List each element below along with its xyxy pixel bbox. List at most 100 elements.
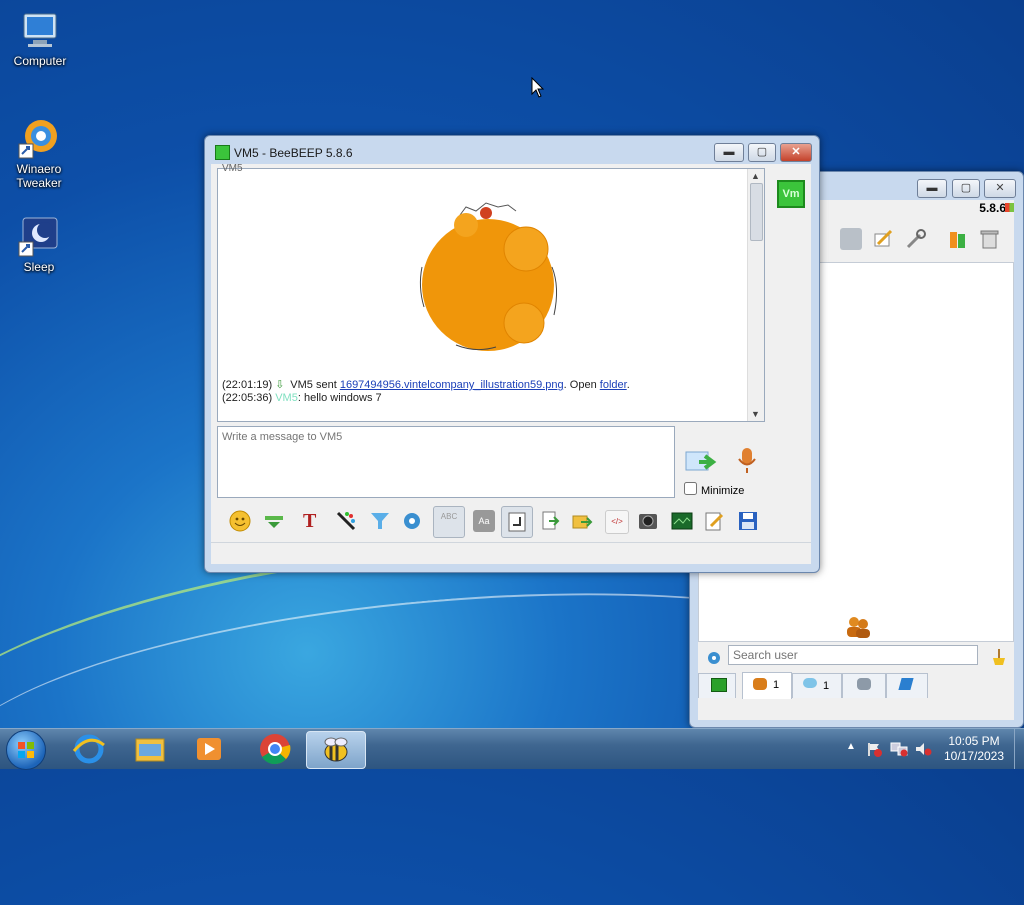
desktop-icon-label: Winaero — [16, 162, 62, 176]
clock[interactable]: 10:05 PM 10/17/2023 — [938, 734, 1010, 764]
chat-icon — [803, 678, 817, 688]
tab-groups[interactable] — [842, 673, 886, 698]
microphone-icon[interactable] — [736, 446, 758, 479]
start-button[interactable] — [6, 730, 46, 770]
minimize-checkbox[interactable] — [684, 482, 697, 495]
mouse-cursor-icon — [531, 77, 545, 98]
clock-time: 10:05 PM — [948, 734, 1000, 748]
enter-key-icon[interactable] — [501, 506, 533, 538]
user-avatar[interactable]: Vm — [777, 180, 805, 208]
chat-message: (22:05:36) VM5: hello windows 7 — [222, 392, 382, 404]
screen-capture-icon[interactable] — [671, 510, 693, 532]
scroll-down-arrow-icon[interactable]: ▼ — [751, 409, 760, 419]
file-transfer-icon: ⇩ — [275, 379, 285, 391]
status-icon[interactable] — [840, 228, 862, 250]
tab-share[interactable] — [886, 673, 928, 698]
spellcheck-icon[interactable]: ABC — [433, 506, 465, 538]
show-desktop-button[interactable] — [1014, 729, 1024, 769]
settings-gear-icon[interactable] — [401, 510, 423, 532]
taskbar-chrome[interactable] — [246, 731, 304, 767]
sleep-icon — [17, 214, 61, 258]
desktop-icon-sleep[interactable]: Sleep — [1, 214, 77, 274]
chat-top-cut-text: VM5 — [222, 163, 243, 171]
maximize-button[interactable]: ▢ — [952, 179, 980, 198]
chat-image-preview[interactable] — [416, 197, 564, 353]
send-folder-icon[interactable] — [571, 510, 593, 532]
view-tabs: 1 1 — [698, 672, 1014, 699]
filter-icon[interactable] — [706, 650, 722, 666]
taskbar-beebeep[interactable] — [306, 731, 366, 769]
tab-chats-count: 1 — [823, 680, 830, 692]
font-icon[interactable]: T — [303, 510, 325, 532]
desktop-icon-label: Tweaker — [16, 176, 62, 190]
emoticon-icon[interactable] — [229, 510, 251, 532]
computer-icon — [18, 8, 62, 52]
save-chat-icon[interactable] — [737, 510, 759, 532]
users-group-icon — [843, 615, 873, 642]
message-sender: VM5 — [275, 392, 298, 404]
trash-icon[interactable] — [978, 228, 1000, 250]
tab-users[interactable]: 1 — [742, 672, 792, 699]
screenshot-icon[interactable] — [637, 510, 659, 532]
code-icon[interactable]: </> — [605, 510, 629, 534]
message-sender: VM5 — [290, 379, 313, 391]
format-toolbar: T ABC Aa </> — [217, 504, 805, 540]
edit-note-icon[interactable] — [703, 510, 725, 532]
desktop-icon-computer[interactable]: Computer — [2, 8, 78, 68]
close-button[interactable]: ✕ — [780, 143, 812, 162]
scroll-up-arrow-icon[interactable]: ▲ — [751, 171, 760, 181]
message-text: : hello windows 7 — [297, 392, 382, 404]
expand-icon[interactable] — [263, 510, 285, 532]
tab-users-count: 1 — [773, 679, 780, 691]
users-icon — [753, 678, 767, 690]
chat-window[interactable]: VM5 - BeeBEEP 5.8.6 ▬ ▢ ✕ VM5 (22:01:19) — [204, 135, 820, 573]
desktop-icon-winaero-tweaker[interactable]: Winaero Tweaker — [1, 116, 77, 190]
tab-vm[interactable] — [698, 673, 736, 698]
chat-message-area[interactable]: VM5 (22:01:19) ⇩ VM5 sent 1697494956.vin… — [217, 163, 765, 422]
file-link[interactable]: 1697494956.vintelcompany_illustration59.… — [340, 379, 564, 391]
show-hidden-icons-icon[interactable]: ▲ — [846, 741, 856, 752]
chat-message: (22:01:19) ⇩ VM5 sent 1697494956.vintelc… — [222, 378, 630, 391]
tab-chats[interactable]: 1 — [792, 673, 842, 698]
network-icon[interactable] — [890, 741, 908, 760]
maximize-button[interactable]: ▢ — [748, 143, 776, 162]
desktop-icon-label: Sleep — [23, 260, 55, 274]
action-center-flag-icon[interactable] — [866, 741, 882, 760]
color-icon[interactable] — [335, 510, 357, 532]
transfer-icon[interactable] — [946, 228, 968, 250]
scroll-thumb[interactable] — [750, 183, 763, 241]
status-bar — [211, 542, 811, 563]
tools-icon[interactable] — [905, 228, 927, 250]
taskbar-file-explorer[interactable] — [121, 731, 179, 767]
send-icon[interactable] — [685, 448, 719, 479]
message-time: (22:05:36) — [222, 392, 273, 404]
winaero-tweaker-icon — [17, 116, 61, 160]
message-input[interactable] — [217, 426, 675, 498]
version-label: 5.8.6 — [979, 201, 1006, 215]
minimize-button[interactable]: ▬ — [917, 179, 947, 198]
avatar-text: Vm — [782, 188, 800, 200]
send-file-icon[interactable] — [539, 510, 561, 532]
chat-window-titlebar[interactable]: VM5 - BeeBEEP 5.8.6 ▬ ▢ ✕ — [205, 136, 819, 166]
vm-icon — [711, 678, 727, 692]
word-completer-icon[interactable]: Aa — [473, 510, 495, 532]
chat-scrollbar[interactable]: ▲ ▼ — [747, 169, 764, 421]
search-user-input[interactable] — [728, 645, 978, 665]
minimize-button[interactable]: ▬ — [714, 143, 744, 162]
chat-window-body: VM5 (22:01:19) ⇩ VM5 sent 1697494956.vin… — [211, 163, 811, 564]
windows-logo-icon — [18, 742, 34, 758]
volume-muted-icon[interactable] — [914, 741, 932, 760]
edit-icon[interactable] — [872, 228, 894, 250]
filter-icon[interactable] — [369, 510, 391, 532]
close-button[interactable]: ✕ — [984, 179, 1016, 198]
window-title: VM5 - BeeBEEP 5.8.6 — [234, 146, 353, 160]
taskbar-media-player[interactable] — [180, 731, 238, 767]
taskbar-internet-explorer[interactable] — [60, 731, 118, 767]
clear-search-icon[interactable] — [990, 648, 1006, 669]
beebeep-app-icon — [215, 145, 230, 160]
desktop-icon-label: Computer — [13, 54, 67, 68]
folder-link[interactable]: folder — [600, 379, 627, 391]
chrome-icon — [260, 734, 291, 765]
clock-date: 10/17/2023 — [943, 749, 1005, 763]
groups-icon — [857, 678, 871, 690]
